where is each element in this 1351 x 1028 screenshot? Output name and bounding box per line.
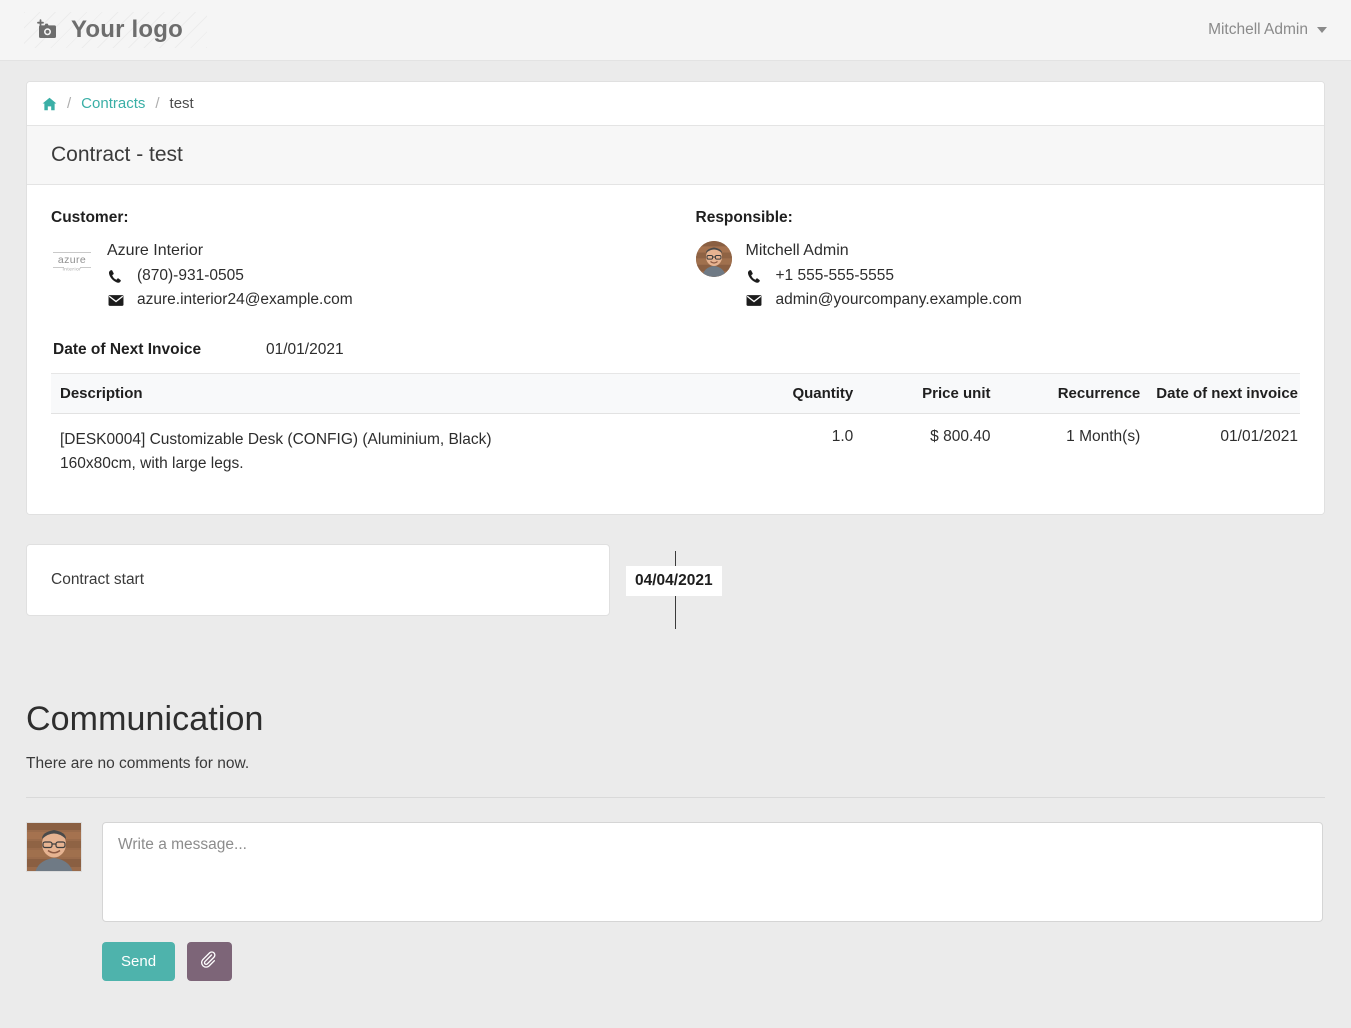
breadcrumb: / Contracts / test	[27, 82, 1324, 126]
table-header-row: Description Quantity Price unit Recurren…	[51, 374, 1300, 414]
cell-price-unit: $ 800.40	[861, 414, 998, 497]
cell-description: [DESK0004] Customizable Desk (CONFIG) (A…	[51, 414, 724, 497]
customer-email: azure.interior24@example.com	[137, 291, 353, 309]
next-invoice-row: Date of Next Invoice 01/01/2021	[51, 341, 1300, 373]
customer-email-row: azure.interior24@example.com	[107, 291, 353, 309]
avatar	[26, 822, 82, 872]
user-menu-button[interactable]: Mitchell Admin	[1206, 15, 1329, 45]
column-header-recurrence: Recurrence	[999, 374, 1149, 414]
column-header-price-unit: Price unit	[861, 374, 998, 414]
contract-lines-table: Description Quantity Price unit Recurren…	[51, 373, 1300, 496]
composer-actions: Send	[102, 942, 1325, 981]
customer-name: Azure Interior	[107, 242, 353, 260]
message-composer: Send	[26, 822, 1325, 981]
communication-empty-text: There are no comments for now.	[26, 755, 1325, 773]
customer-phone: (870)-931-0505	[137, 267, 244, 285]
communication-title: Communication	[26, 700, 1325, 739]
table-header: Description Quantity Price unit Recurren…	[51, 374, 1300, 414]
svg-text:azure: azure	[58, 254, 86, 266]
user-menu-label: Mitchell Admin	[1208, 21, 1308, 39]
customer-block: Customer: azure interior	[51, 209, 676, 315]
cell-quantity: 1.0	[724, 414, 861, 497]
contract-card: / Contracts / test Contract - test Custo…	[26, 81, 1325, 515]
camera-add-icon	[34, 17, 60, 43]
table-body: [DESK0004] Customizable Desk (CONFIG) (A…	[51, 414, 1300, 497]
page-title: Contract - test	[27, 126, 1324, 185]
svg-text:interior: interior	[63, 267, 82, 272]
contract-timeline: Contract start 04/04/2021	[0, 544, 1351, 644]
phone-icon	[107, 269, 124, 284]
table-row: [DESK0004] Customizable Desk (CONFIG) (A…	[51, 414, 1300, 497]
customer-heading: Customer:	[51, 209, 676, 227]
envelope-icon	[107, 294, 124, 307]
customer-phone-row: (870)-931-0505	[107, 267, 353, 285]
breadcrumb-separator-2: /	[155, 95, 159, 112]
breadcrumb-separator-1: /	[67, 95, 71, 112]
description-line-2: 160x80cm, with large legs.	[60, 452, 716, 476]
breadcrumb-current: test	[170, 95, 194, 112]
brand-logo[interactable]: Your logo	[24, 12, 207, 48]
cell-date-of-next-invoice: 01/01/2021	[1148, 414, 1300, 497]
timeline-event-date: 04/04/2021	[626, 566, 722, 596]
responsible-email-row: admin@yourcompany.example.com	[746, 291, 1022, 309]
next-invoice-value: 01/01/2021	[266, 341, 344, 359]
responsible-phone: +1 555-555-5555	[776, 267, 895, 285]
responsible-phone-row: +1 555-555-5555	[746, 267, 1022, 285]
cell-recurrence: 1 Month(s)	[999, 414, 1149, 497]
brand-text: Your logo	[71, 16, 183, 44]
description-line-1: [DESK0004] Customizable Desk (CONFIG) (A…	[60, 428, 716, 452]
divider	[26, 797, 1325, 798]
next-invoice-label: Date of Next Invoice	[53, 341, 266, 359]
breadcrumb-link-contracts[interactable]: Contracts	[81, 95, 145, 112]
paperclip-icon	[200, 951, 219, 973]
column-header-date-of-next-invoice: Date of next invoice	[1148, 374, 1300, 414]
phone-icon	[746, 269, 763, 284]
column-header-quantity: Quantity	[724, 374, 861, 414]
page-content: / Contracts / test Contract - test Custo…	[0, 61, 1351, 515]
avatar	[696, 241, 732, 277]
responsible-email: admin@yourcompany.example.com	[776, 291, 1022, 309]
composer-main: Send	[102, 822, 1325, 981]
top-navbar: Your logo Mitchell Admin	[0, 0, 1351, 61]
timeline-event-card: Contract start	[26, 544, 610, 616]
contract-card-body: Customer: azure interior	[27, 185, 1324, 514]
responsible-heading: Responsible:	[696, 209, 1301, 227]
column-header-description: Description	[51, 374, 724, 414]
caret-down-icon	[1317, 27, 1327, 33]
azure-interior-logo: azure interior	[51, 243, 93, 277]
message-input[interactable]	[102, 822, 1323, 922]
responsible-name: Mitchell Admin	[746, 242, 1022, 260]
send-button[interactable]: Send	[102, 942, 175, 981]
communication-section: Communication There are no comments for …	[0, 644, 1351, 981]
timeline-event-label: Contract start	[51, 571, 144, 589]
contacts-section: Customer: azure interior	[51, 209, 1300, 341]
envelope-icon	[746, 294, 763, 307]
responsible-block: Responsible:	[676, 209, 1301, 315]
home-icon[interactable]	[42, 97, 57, 111]
attach-button[interactable]	[187, 942, 232, 981]
